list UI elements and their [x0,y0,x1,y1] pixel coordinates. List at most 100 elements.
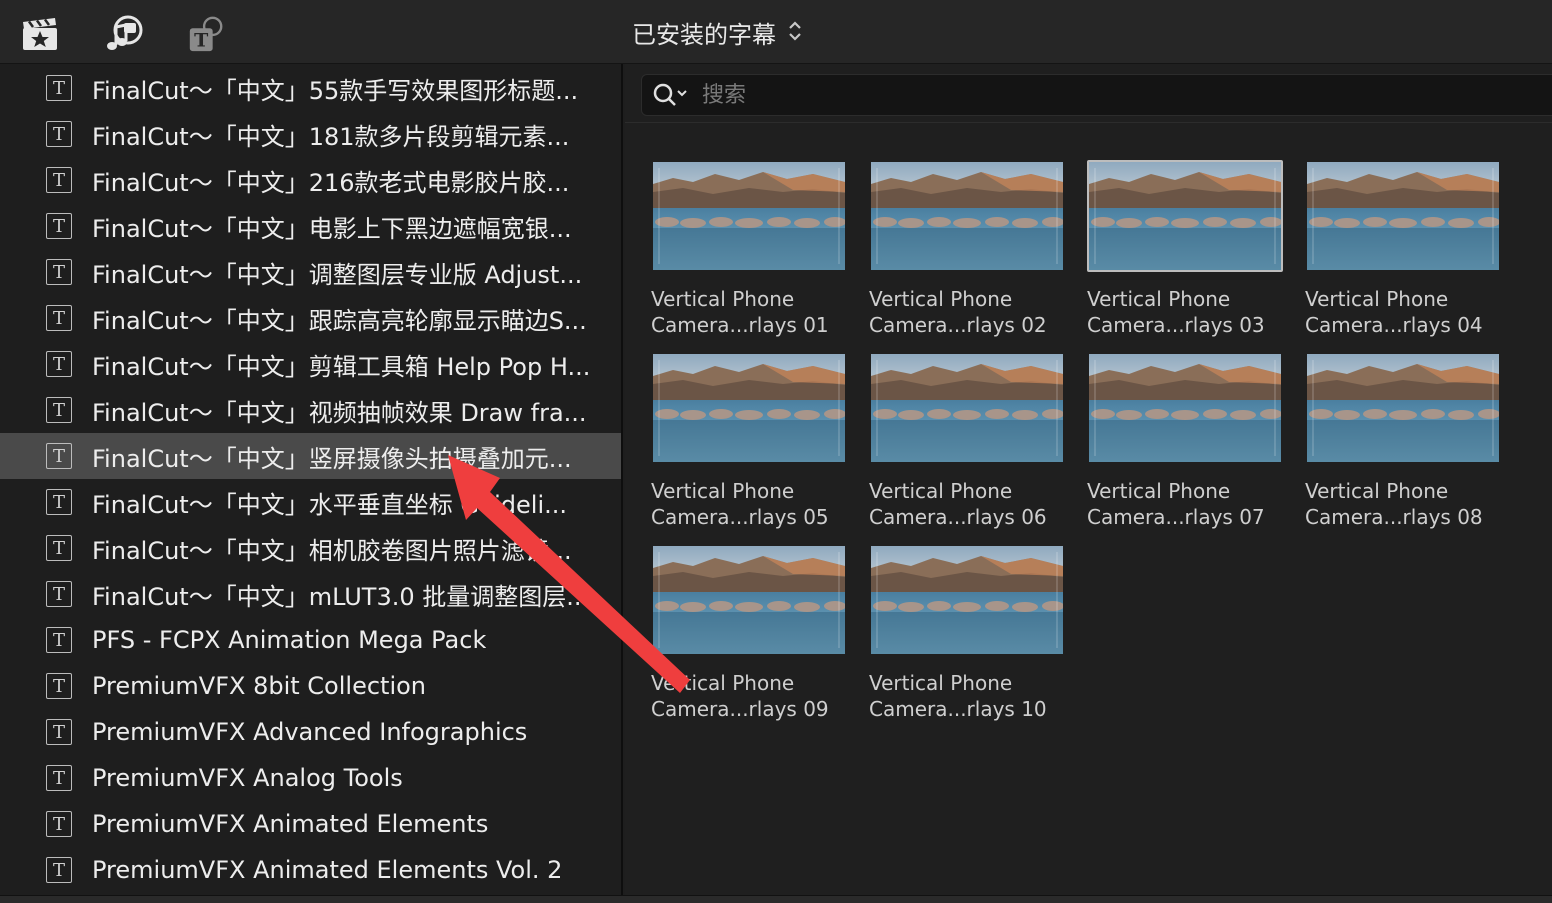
title-icon: T [46,75,72,101]
thumbnail-image[interactable] [1305,352,1501,464]
sidebar-item-label: PremiumVFX Advanced Infographics [92,718,528,746]
title-icon: T [46,213,72,239]
toolbar: T 已安装的字幕 [0,0,1552,64]
thumbnail-label-line1: Vertical Phone [1087,287,1231,311]
sidebar-item[interactable]: T FinalCut～「中文」跟踪高亮轮廓显示瞄边S... [0,295,621,341]
title-icon: T [46,351,72,377]
thumbnail-label-line1: Vertical Phone [869,287,1013,311]
thumbnail-image[interactable] [1087,160,1283,272]
sidebar-item[interactable]: T PremiumVFX Animated Elements [0,801,621,847]
sidebar-item[interactable]: T FinalCut～「中文」相机胶卷图片照片滤镜... [0,525,621,571]
thumbnail-label: Vertical Phone Camera...rlays 05 [651,478,847,530]
sidebar-item-label: FinalCut～「中文」竖屏摄像头拍摄叠加元... [92,444,572,473]
title-thumbnail[interactable]: Vertical Phone Camera...rlays 06 [869,352,1065,530]
sidebar-item-label: FinalCut～「中文」跟踪高亮轮廓显示瞄边S... [92,306,587,335]
divider [625,122,1552,123]
title-thumbnail[interactable]: Vertical Phone Camera...rlays 05 [651,352,847,530]
thumbnail-label-line2: Camera...rlays 07 [1087,505,1265,529]
thumbnail-label: Vertical Phone Camera...rlays 01 [651,286,847,338]
sidebar-item-label: FinalCut～「中文」mLUT3.0 批量调整图层... [92,582,590,611]
title-thumbnail[interactable]: Vertical Phone Camera...rlays 03 [1087,160,1283,338]
thumbnail-label-line1: Vertical Phone [869,671,1013,695]
title-thumbnail[interactable]: Vertical Phone Camera...rlays 04 [1305,160,1501,338]
sidebar: T FinalCut～「中文」55款手写效果图形标题... T FinalCut～「中… [0,64,623,902]
title-icon: T [46,673,72,699]
thumbnail-label-line2: Camera...rlays 08 [1305,505,1483,529]
sidebar-item-label: FinalCut～「中文」剪辑工具箱 Help Pop H... [92,352,591,381]
title-icon: T [46,397,72,423]
sidebar-item[interactable]: T PremiumVFX 8bit Collection [0,663,621,709]
sidebar-item[interactable]: T FinalCut～「中文」mLUT3.0 批量调整图层... [0,571,621,617]
title-icon: T [46,765,72,791]
thumbnail-label-line2: Camera...rlays 01 [651,313,829,337]
title-icon: T [46,489,72,515]
sidebar-item-label: FinalCut～「中文」55款手写效果图形标题... [92,76,579,105]
sidebar-item-label: PremiumVFX Animated Elements [92,810,489,838]
sidebar-item-label: FinalCut～「中文」视频抽帧效果 Draw fra... [92,398,587,427]
thumbnail-image[interactable] [869,352,1065,464]
thumbnail-image[interactable] [651,160,847,272]
sidebar-item[interactable]: T FinalCut～「中文」55款手写效果图形标题... [0,65,621,111]
sidebar-item-label: FinalCut～「中文」216款老式电影胶片胶... [92,168,570,197]
sidebar-item-label: PremiumVFX Analog Tools [92,764,403,792]
sidebar-item[interactable]: T FinalCut～「中文」水平垂直坐标 Guideli... [0,479,621,525]
title-icon: T [46,259,72,285]
titles-icon[interactable]: T [186,14,226,54]
sidebar-item[interactable]: T PFS - FCPX Animation Mega Pack [0,617,621,663]
title-thumbnail[interactable]: Vertical Phone Camera...rlays 09 [651,544,847,722]
title-icon: T [46,443,72,469]
thumbnail-label-line2: Camera...rlays 06 [869,505,1047,529]
thumbnail-label-line1: Vertical Phone [651,671,795,695]
thumbnail-image[interactable] [651,352,847,464]
sidebar-item[interactable]: T PremiumVFX Animated Elements Vol. 2 [0,847,621,893]
sidebar-item[interactable]: T FinalCut～「中文」竖屏摄像头拍摄叠加元... [0,433,621,479]
title-thumbnail[interactable]: Vertical Phone Camera...rlays 10 [869,544,1065,722]
title-thumbnail[interactable]: Vertical Phone Camera...rlays 02 [869,160,1065,338]
title-icon: T [46,167,72,193]
thumbnail-image[interactable] [651,544,847,656]
thumbnail-label-line2: Camera...rlays 10 [869,697,1047,721]
sidebar-item[interactable]: T FinalCut～「中文」视频抽帧效果 Draw fra... [0,387,621,433]
title-thumbnail[interactable]: Vertical Phone Camera...rlays 07 [1087,352,1283,530]
thumbnail-label-line1: Vertical Phone [651,479,795,503]
thumbnail-image[interactable] [1087,352,1283,464]
chevron-updown-icon [788,19,802,47]
sidebar-item[interactable]: T FinalCut～「中文」电影上下黑边遮幅宽银... [0,203,621,249]
sidebar-item[interactable]: T FinalCut～「中文」216款老式电影胶片胶... [0,157,621,203]
title-icon: T [46,857,72,883]
thumbnail-image[interactable] [1305,160,1501,272]
thumbnail-label-line2: Camera...rlays 04 [1305,313,1483,337]
sidebar-item[interactable]: T PremiumVFX Analog Tools [0,755,621,801]
search-icon[interactable] [652,82,688,108]
thumbnail-label-line2: Camera...rlays 09 [651,697,829,721]
search-bar[interactable] [641,74,1552,116]
thumbnail-label-line2: Camera...rlays 02 [869,313,1047,337]
title-icon: T [46,719,72,745]
svg-text:T: T [194,29,208,51]
thumbnail-image[interactable] [869,160,1065,272]
sidebar-item[interactable]: T FinalCut～「中文」调整图层专业版 Adjust... [0,249,621,295]
music-camera-icon[interactable] [104,14,144,54]
thumbnail-label: Vertical Phone Camera...rlays 09 [651,670,847,722]
thumbnail-label: Vertical Phone Camera...rlays 03 [1087,286,1283,338]
sidebar-item-label: FinalCut～「中文」电影上下黑边遮幅宽银... [92,214,572,243]
thumbnail-label-line1: Vertical Phone [1087,479,1231,503]
sidebar-item[interactable]: T FinalCut～「中文」剪辑工具箱 Help Pop H... [0,341,621,387]
title-thumbnail[interactable]: Vertical Phone Camera...rlays 08 [1305,352,1501,530]
thumbnail-image[interactable] [869,544,1065,656]
title-icon: T [46,811,72,837]
thumbnail-label: Vertical Phone Camera...rlays 08 [1305,478,1501,530]
thumbnail-label-line1: Vertical Phone [1305,287,1449,311]
thumbnail-label-line1: Vertical Phone [651,287,795,311]
sidebar-item[interactable]: T PremiumVFX Advanced Infographics [0,709,621,755]
browser-title[interactable]: 已安装的字幕 [632,15,802,50]
sidebar-item-label: PFS - FCPX Animation Mega Pack [92,626,487,654]
sidebar-item[interactable]: T FinalCut～「中文」181款多片段剪辑元素... [0,111,621,157]
thumbnail-label-line1: Vertical Phone [869,479,1013,503]
sidebar-item-label: FinalCut～「中文」水平垂直坐标 Guideli... [92,490,568,519]
search-input[interactable] [700,81,1504,109]
clapper-star-icon[interactable] [20,14,60,54]
browser-title-label: 已安装的字幕 [632,21,776,49]
title-thumbnail[interactable]: Vertical Phone Camera...rlays 01 [651,160,847,338]
title-icon: T [46,535,72,561]
